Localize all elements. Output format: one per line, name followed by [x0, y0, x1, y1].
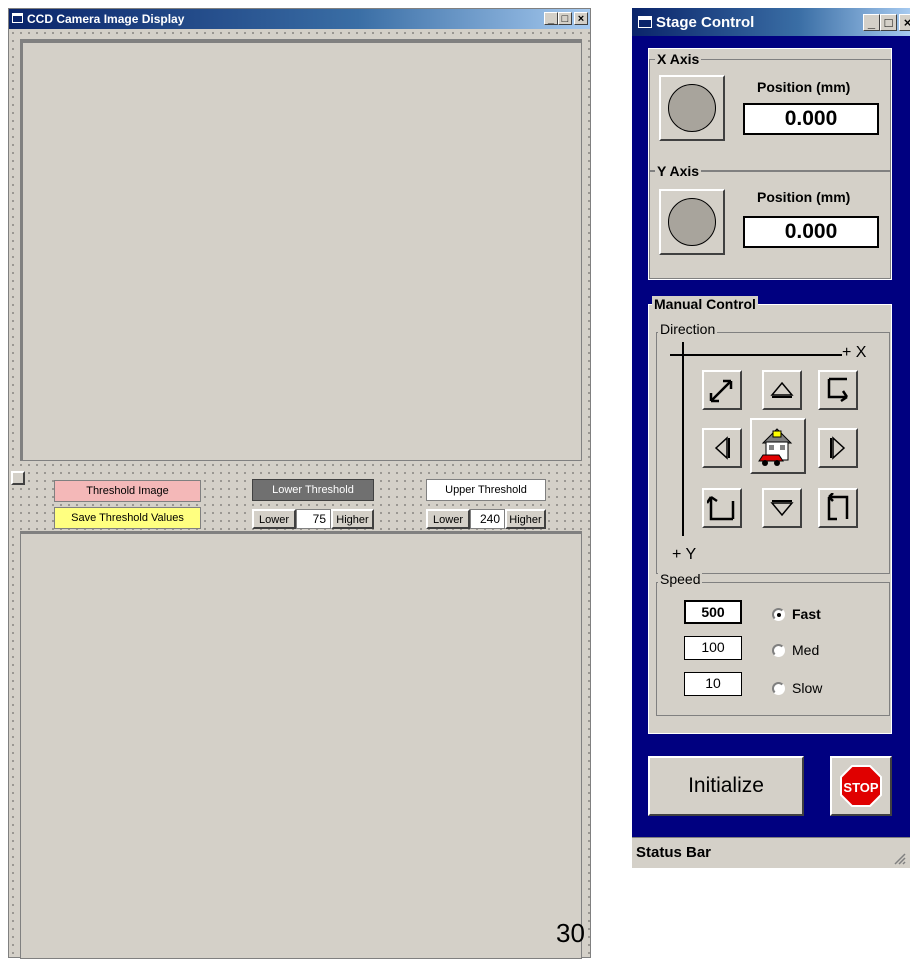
move-up-left-button[interactable]	[702, 370, 742, 410]
rotate-arrow-icon	[827, 493, 849, 521]
minimize-button[interactable]: _	[544, 12, 558, 25]
close-button[interactable]: ×	[574, 12, 588, 25]
maximize-button[interactable]: □	[880, 14, 897, 31]
speed-slow-label: Slow	[792, 680, 823, 696]
house-car-icon	[758, 428, 793, 466]
speed-med-label: Med	[792, 642, 820, 658]
y-axis-line	[682, 342, 684, 536]
stop-button[interactable]: STOP	[830, 756, 892, 816]
speed-title: Speed	[658, 571, 703, 587]
window-app-icon	[638, 16, 652, 28]
page-number: 30	[556, 918, 585, 948]
speed-slow-radio[interactable]	[772, 682, 785, 695]
direction-title: Direction	[658, 321, 718, 337]
x-axis-home-button[interactable]	[659, 75, 725, 141]
plus-y-label: + Y	[672, 546, 697, 563]
plus-x-label: + X	[842, 344, 867, 361]
speed-med-value[interactable]: 100	[684, 636, 742, 660]
status-bar: Status Bar	[632, 837, 910, 868]
triangle-up-icon	[770, 381, 794, 398]
home-button[interactable]	[750, 418, 806, 474]
y-position-value: 0.000	[743, 216, 879, 248]
ccd-form-body: Threshold Image Save Threshold Values Lo…	[9, 29, 590, 959]
rotate-arrow-icon	[707, 495, 735, 521]
x-axis-line	[670, 354, 842, 356]
stage-window-title: Stage Control	[656, 14, 755, 31]
threshold-image-display[interactable]	[20, 531, 582, 959]
initialize-button[interactable]: Initialize	[648, 756, 804, 816]
rotate-arrow-icon	[709, 379, 733, 403]
stage-control-window: Stage Control _ □ × X Axis Position (mm)…	[632, 8, 910, 868]
triangle-left-icon	[714, 436, 730, 460]
upper-threshold-decrease-button[interactable]: Lower	[426, 509, 470, 529]
ccd-title-bar[interactable]: CCD Camera Image Display _ □ ×	[9, 9, 590, 29]
small-square-control[interactable]	[11, 471, 25, 485]
close-button[interactable]: ×	[899, 14, 910, 31]
upper-threshold-increase-button[interactable]: Higher	[505, 509, 546, 529]
rotate-arrow-icon	[827, 377, 849, 403]
speed-med-radio[interactable]	[772, 644, 785, 657]
threshold-image-button[interactable]: Threshold Image	[54, 480, 201, 502]
lower-threshold-decrease-button[interactable]: Lower	[252, 509, 296, 529]
x-position-label: Position (mm)	[757, 79, 851, 95]
speed-slow-value[interactable]: 10	[684, 672, 742, 696]
lower-threshold-label: Lower Threshold	[252, 479, 374, 501]
maximize-button[interactable]: □	[558, 12, 572, 25]
speed-fast-value[interactable]: 500	[684, 600, 742, 624]
move-left-button[interactable]	[702, 428, 742, 468]
y-axis-home-button[interactable]	[659, 189, 725, 255]
window-app-icon	[12, 13, 23, 23]
resize-grip-icon[interactable]	[894, 853, 906, 865]
stage-title-bar[interactable]: Stage Control _ □ ×	[632, 8, 910, 36]
move-right-button[interactable]	[818, 428, 858, 468]
upper-threshold-label: Upper Threshold	[426, 479, 546, 501]
triangle-right-icon	[830, 436, 846, 460]
save-threshold-values-button[interactable]: Save Threshold Values	[54, 507, 201, 529]
stop-label: STOP	[843, 780, 878, 795]
triangle-down-icon	[770, 500, 794, 517]
lower-threshold-value[interactable]: 75	[296, 509, 331, 529]
ccd-camera-window: CCD Camera Image Display _ □ × Threshold…	[8, 8, 591, 959]
camera-image-display[interactable]	[20, 39, 582, 461]
manual-control-title: Manual Control	[652, 296, 758, 312]
x-position-value: 0.000	[743, 103, 879, 135]
status-bar-text: Status Bar	[636, 844, 712, 861]
move-down-button[interactable]	[762, 488, 802, 528]
ccd-window-title: CCD Camera Image Display	[27, 12, 185, 26]
x-axis-title: X Axis	[655, 51, 702, 67]
speed-fast-label: Fast	[792, 606, 821, 622]
upper-threshold-value[interactable]: 240	[470, 509, 505, 529]
axis-panel: X Axis Position (mm) 0.000 Y Axis Positi…	[648, 48, 892, 280]
y-position-label: Position (mm)	[757, 189, 851, 205]
minimize-button[interactable]: _	[863, 14, 880, 31]
move-down-right-button[interactable]	[818, 488, 858, 528]
move-down-left-button[interactable]	[702, 488, 742, 528]
lower-threshold-increase-button[interactable]: Higher	[331, 509, 374, 529]
speed-fast-radio[interactable]	[772, 608, 785, 621]
move-up-right-button[interactable]	[818, 370, 858, 410]
y-axis-title: Y Axis	[655, 163, 702, 179]
stop-sign-icon: STOP	[840, 765, 882, 807]
move-up-button[interactable]	[762, 370, 802, 410]
